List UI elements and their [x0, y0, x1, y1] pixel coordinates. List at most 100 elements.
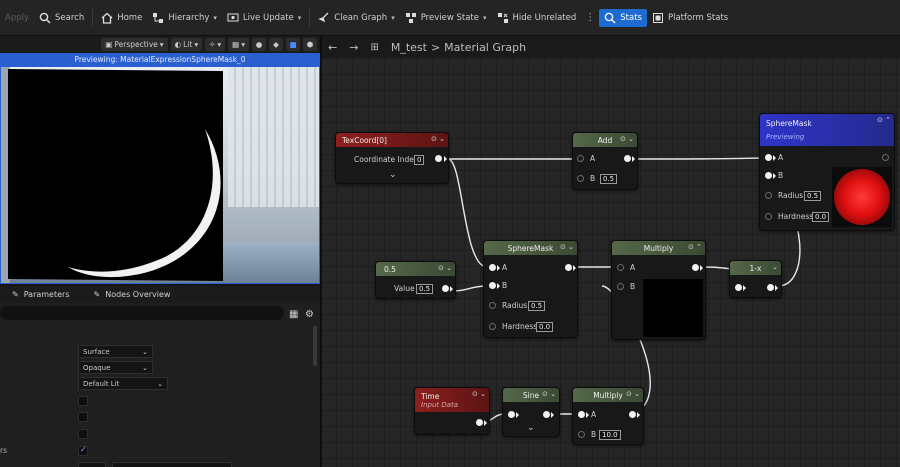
node-options-icon[interactable]: ⊙ ⌄: [438, 264, 452, 272]
preview-state-button[interactable]: Preview State ▾: [400, 7, 492, 29]
input-pin-hardness[interactable]: [765, 213, 772, 220]
expand-chevron-icon[interactable]: ⌄: [527, 423, 535, 433]
apply-button[interactable]: Apply: [0, 7, 34, 29]
output-pin[interactable]: [767, 284, 774, 291]
hierarchy-button[interactable]: Hierarchy ▾: [147, 7, 222, 29]
b-value-field[interactable]: 0.5: [600, 174, 618, 184]
details-scrollbar[interactable]: [313, 326, 317, 366]
spheremask-preview-node[interactable]: SphereMask Previewing ⊙ ⌃ A B Radius 0.5…: [759, 113, 895, 231]
input-pin-b[interactable]: [578, 431, 585, 438]
add-node[interactable]: Add ⊙ ⌄ A B 0.5: [572, 132, 638, 190]
live-update-button[interactable]: Live Update ▾: [222, 7, 306, 29]
output-pin[interactable]: [476, 419, 483, 426]
radius-value-field[interactable]: 0.5: [804, 191, 822, 201]
stats-button[interactable]: Stats: [599, 8, 647, 27]
checkbox-2[interactable]: [78, 412, 88, 422]
checkbox-3[interactable]: [78, 429, 88, 439]
tab-parameters[interactable]: ✎ Parameters: [0, 286, 82, 303]
back-arrow-icon[interactable]: ←: [328, 41, 337, 54]
input-pin-a[interactable]: [765, 154, 772, 161]
breadcrumb-asset[interactable]: M_test: [391, 41, 427, 54]
platform-stats-button[interactable]: Platform Stats: [647, 7, 733, 29]
radius-value-field[interactable]: 0.5: [528, 301, 546, 311]
input-pin[interactable]: [508, 411, 515, 418]
node-options-icon[interactable]: ⊙ ⌄: [620, 135, 634, 143]
output-pin[interactable]: [629, 411, 636, 418]
show-flags-dropdown[interactable]: ✧ ▾: [205, 38, 226, 51]
input-pin-b[interactable]: [577, 175, 584, 182]
preview-mesh-dropdown[interactable]: ▦ ▾: [228, 38, 249, 51]
node-options-icon[interactable]: ⊙ ⌃: [877, 116, 891, 124]
lit-dropdown[interactable]: ◐ Lit ▾: [170, 38, 203, 51]
perspective-dropdown[interactable]: ▣ Perspective ▾: [101, 38, 168, 51]
input-pin-b[interactable]: [765, 172, 772, 179]
material-domain-dropdown[interactable]: Surface ⌄: [78, 345, 153, 358]
clean-graph-button[interactable]: Clean Graph ▾: [313, 7, 399, 29]
hide-unrelated-button[interactable]: Hide Unrelated: [492, 7, 582, 29]
chevron-down-icon: ▾: [241, 40, 245, 49]
forward-arrow-icon[interactable]: →: [349, 41, 358, 54]
input-pin-hardness[interactable]: [489, 323, 496, 330]
input-pin[interactable]: [735, 284, 742, 291]
hardness-value-field[interactable]: 0.0: [536, 322, 554, 332]
value-field-wide[interactable]: [112, 462, 232, 467]
input-pin-radius[interactable]: [765, 192, 772, 199]
blend-mode-dropdown[interactable]: Opaque ⌄: [78, 361, 153, 374]
cylinder-preview-button[interactable]: ⬢: [303, 38, 317, 51]
settings-gear-icon[interactable]: ⚙: [305, 309, 314, 320]
input-pin-a[interactable]: [577, 155, 584, 162]
value-field[interactable]: [78, 462, 106, 467]
multiply-node[interactable]: Multiply ⊙ ⌃ A B: [611, 240, 706, 340]
sphere-preview-button[interactable]: ●: [252, 38, 266, 51]
output-pin[interactable]: [442, 285, 449, 292]
node-options-icon[interactable]: ⌄: [772, 263, 778, 271]
pin-label: Radius: [502, 301, 528, 310]
node-options-icon[interactable]: ⊙ ⌄: [626, 390, 640, 398]
sine-node[interactable]: Sine ⊙ ⌄ ⌄: [502, 387, 560, 437]
texcoord-node[interactable]: TexCoord[0] ⊙ ⌄ Coordinate Index 0 ⌄: [335, 132, 449, 184]
input-pin-b[interactable]: [617, 283, 624, 290]
one-minus-node[interactable]: 1-x ⌄: [729, 260, 782, 298]
search-button[interactable]: Search: [34, 7, 89, 29]
output-pin[interactable]: [692, 264, 699, 271]
details-search-input[interactable]: [0, 306, 284, 320]
output-pin[interactable]: [435, 155, 442, 162]
output-pin[interactable]: [565, 264, 572, 271]
checkbox-4[interactable]: [78, 445, 88, 456]
input-pin-radius[interactable]: [489, 302, 496, 309]
constant-node[interactable]: 0.5 ⊙ ⌄ Value 0.5: [375, 261, 456, 299]
coordinate-index-field[interactable]: 0: [414, 155, 425, 165]
shading-model-dropdown[interactable]: Default Lit ⌄: [78, 377, 168, 390]
plane-preview-button[interactable]: ◆: [269, 38, 283, 51]
input-pin-b[interactable]: [489, 282, 496, 289]
home-button[interactable]: Home: [96, 7, 147, 29]
checkbox-1[interactable]: [78, 396, 88, 406]
output-pin[interactable]: [624, 155, 631, 162]
hardness-value-field[interactable]: 0.0: [812, 212, 830, 222]
time-node[interactable]: Time Input Data ⊙ ⌄: [414, 387, 490, 435]
broom-icon: [318, 12, 329, 22]
pin-arrow: [516, 412, 519, 418]
input-pin-a[interactable]: [489, 264, 496, 271]
constant-value-field[interactable]: 0.5: [416, 284, 434, 294]
multiply-constant-node[interactable]: Multiply ⊙ ⌄ A B 10.0: [572, 387, 644, 445]
b-value-field[interactable]: 10.0: [599, 430, 621, 440]
node-options-icon[interactable]: ⊙ ⌃: [688, 243, 702, 251]
node-options-icon[interactable]: ⊙ ⌄: [472, 390, 486, 398]
more-options-icon[interactable]: ⋮: [581, 12, 599, 23]
node-options-icon[interactable]: ⊙ ⌄: [431, 135, 445, 143]
panel-splitter[interactable]: [320, 36, 322, 467]
grid-view-icon[interactable]: ▦: [289, 309, 298, 320]
cube-preview-button[interactable]: ■: [286, 38, 300, 51]
node-options-icon[interactable]: ⊙ ⌄: [560, 243, 574, 251]
output-pin[interactable]: [543, 411, 550, 418]
input-pin-a[interactable]: [578, 411, 585, 418]
input-pin-a[interactable]: [617, 264, 624, 271]
expand-chevron-icon[interactable]: ⌄: [389, 170, 397, 180]
spheremask-node[interactable]: SphereMask ⊙ ⌄ A B Radius 0.5 Hardness 0.…: [483, 240, 578, 338]
output-pin[interactable]: [882, 154, 889, 161]
chevron-down-icon: ▾: [217, 40, 222, 49]
tab-nodes-overview[interactable]: ✎ Nodes Overview: [82, 286, 183, 303]
node-options-icon[interactable]: ⊙ ⌄: [542, 390, 556, 398]
material-preview-viewport[interactable]: [0, 67, 320, 284]
